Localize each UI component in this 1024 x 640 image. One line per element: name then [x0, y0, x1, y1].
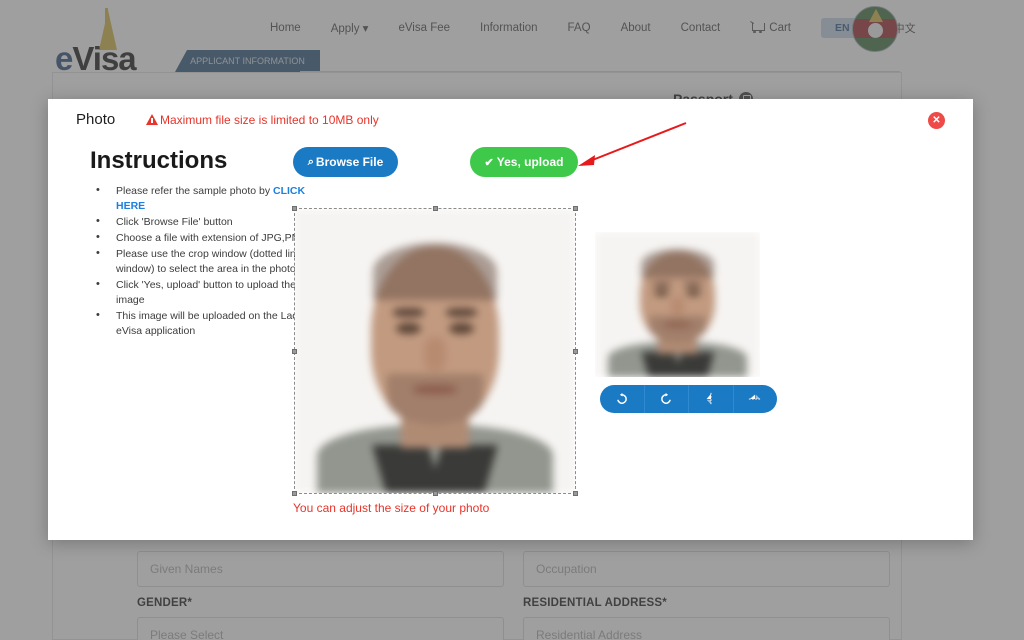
list-item: Choose a file with extension of JPG,PNG [88, 230, 310, 246]
flip-vertical-icon[interactable] [688, 385, 733, 413]
list-item: Please use the crop window (dotted line … [88, 246, 310, 277]
modal-title: Photo [76, 111, 116, 128]
warning-triangle-icon [146, 113, 158, 125]
instructions-list: Please refer the sample photo by CLICK H… [88, 183, 310, 340]
rotate-left-glyph [616, 392, 627, 404]
yes-upload-button[interactable]: ✔ Yes, upload [470, 147, 578, 177]
annotation-arrow-icon [578, 122, 687, 166]
rotate-right-glyph [661, 392, 672, 404]
list-item: Please refer the sample photo by CLICK H… [88, 183, 310, 214]
search-icon: ⌕ [307, 155, 314, 168]
crop-handle-bottom-center[interactable] [433, 491, 438, 496]
crop-caption: You can adjust the size of your photo [293, 501, 490, 515]
crop-handle-bottom-right[interactable] [573, 491, 578, 496]
crop-handle-bottom-left[interactable] [292, 491, 297, 496]
close-icon[interactable]: ✕ [928, 112, 945, 129]
crop-handle-top-left[interactable] [292, 206, 297, 211]
modal-header: Photo Maximum file size is limited to 10… [48, 99, 973, 143]
file-size-warning: Maximum file size is limited to 10MB onl… [146, 113, 379, 127]
crop-handle-top-center[interactable] [433, 206, 438, 211]
rotate-right-icon[interactable] [643, 385, 689, 413]
image-transform-toolbar [600, 385, 777, 413]
browse-file-button[interactable]: ⌕ Browse File [293, 147, 398, 177]
file-size-warning-text: Maximum file size is limited to 10MB onl… [160, 113, 379, 127]
list-item: This image will be uploaded on the Lao e… [88, 308, 310, 339]
crop-window[interactable] [292, 206, 578, 496]
browse-file-label: Browse File [315, 155, 384, 169]
flip-horizontal-icon[interactable] [732, 385, 778, 413]
page-root: eVisa LAO PEOPLE'S DEMOCRATIC REPUBLIC H… [0, 0, 1024, 640]
rotate-left-icon[interactable] [600, 385, 644, 413]
list-item: Click 'Yes, upload' button to upload the… [88, 277, 310, 308]
photo-preview-main[interactable] [295, 209, 575, 493]
instructions-title: Instructions [90, 147, 228, 174]
crop-handle-middle-left[interactable] [292, 349, 297, 354]
check-icon: ✔ [484, 156, 494, 169]
flip-horizontal-glyph [749, 394, 762, 400]
crop-handle-middle-right[interactable] [573, 349, 578, 354]
photo-upload-modal: Photo Maximum file size is limited to 10… [48, 99, 973, 540]
list-item: Click 'Browse File' button [88, 214, 310, 230]
crop-handle-top-right[interactable] [573, 206, 578, 211]
photo-preview-thumbnail [595, 232, 760, 377]
instruction-text: Please refer the sample photo by [116, 185, 274, 197]
yes-upload-label: Yes, upload [496, 155, 564, 169]
flip-vertical-glyph [706, 392, 712, 406]
